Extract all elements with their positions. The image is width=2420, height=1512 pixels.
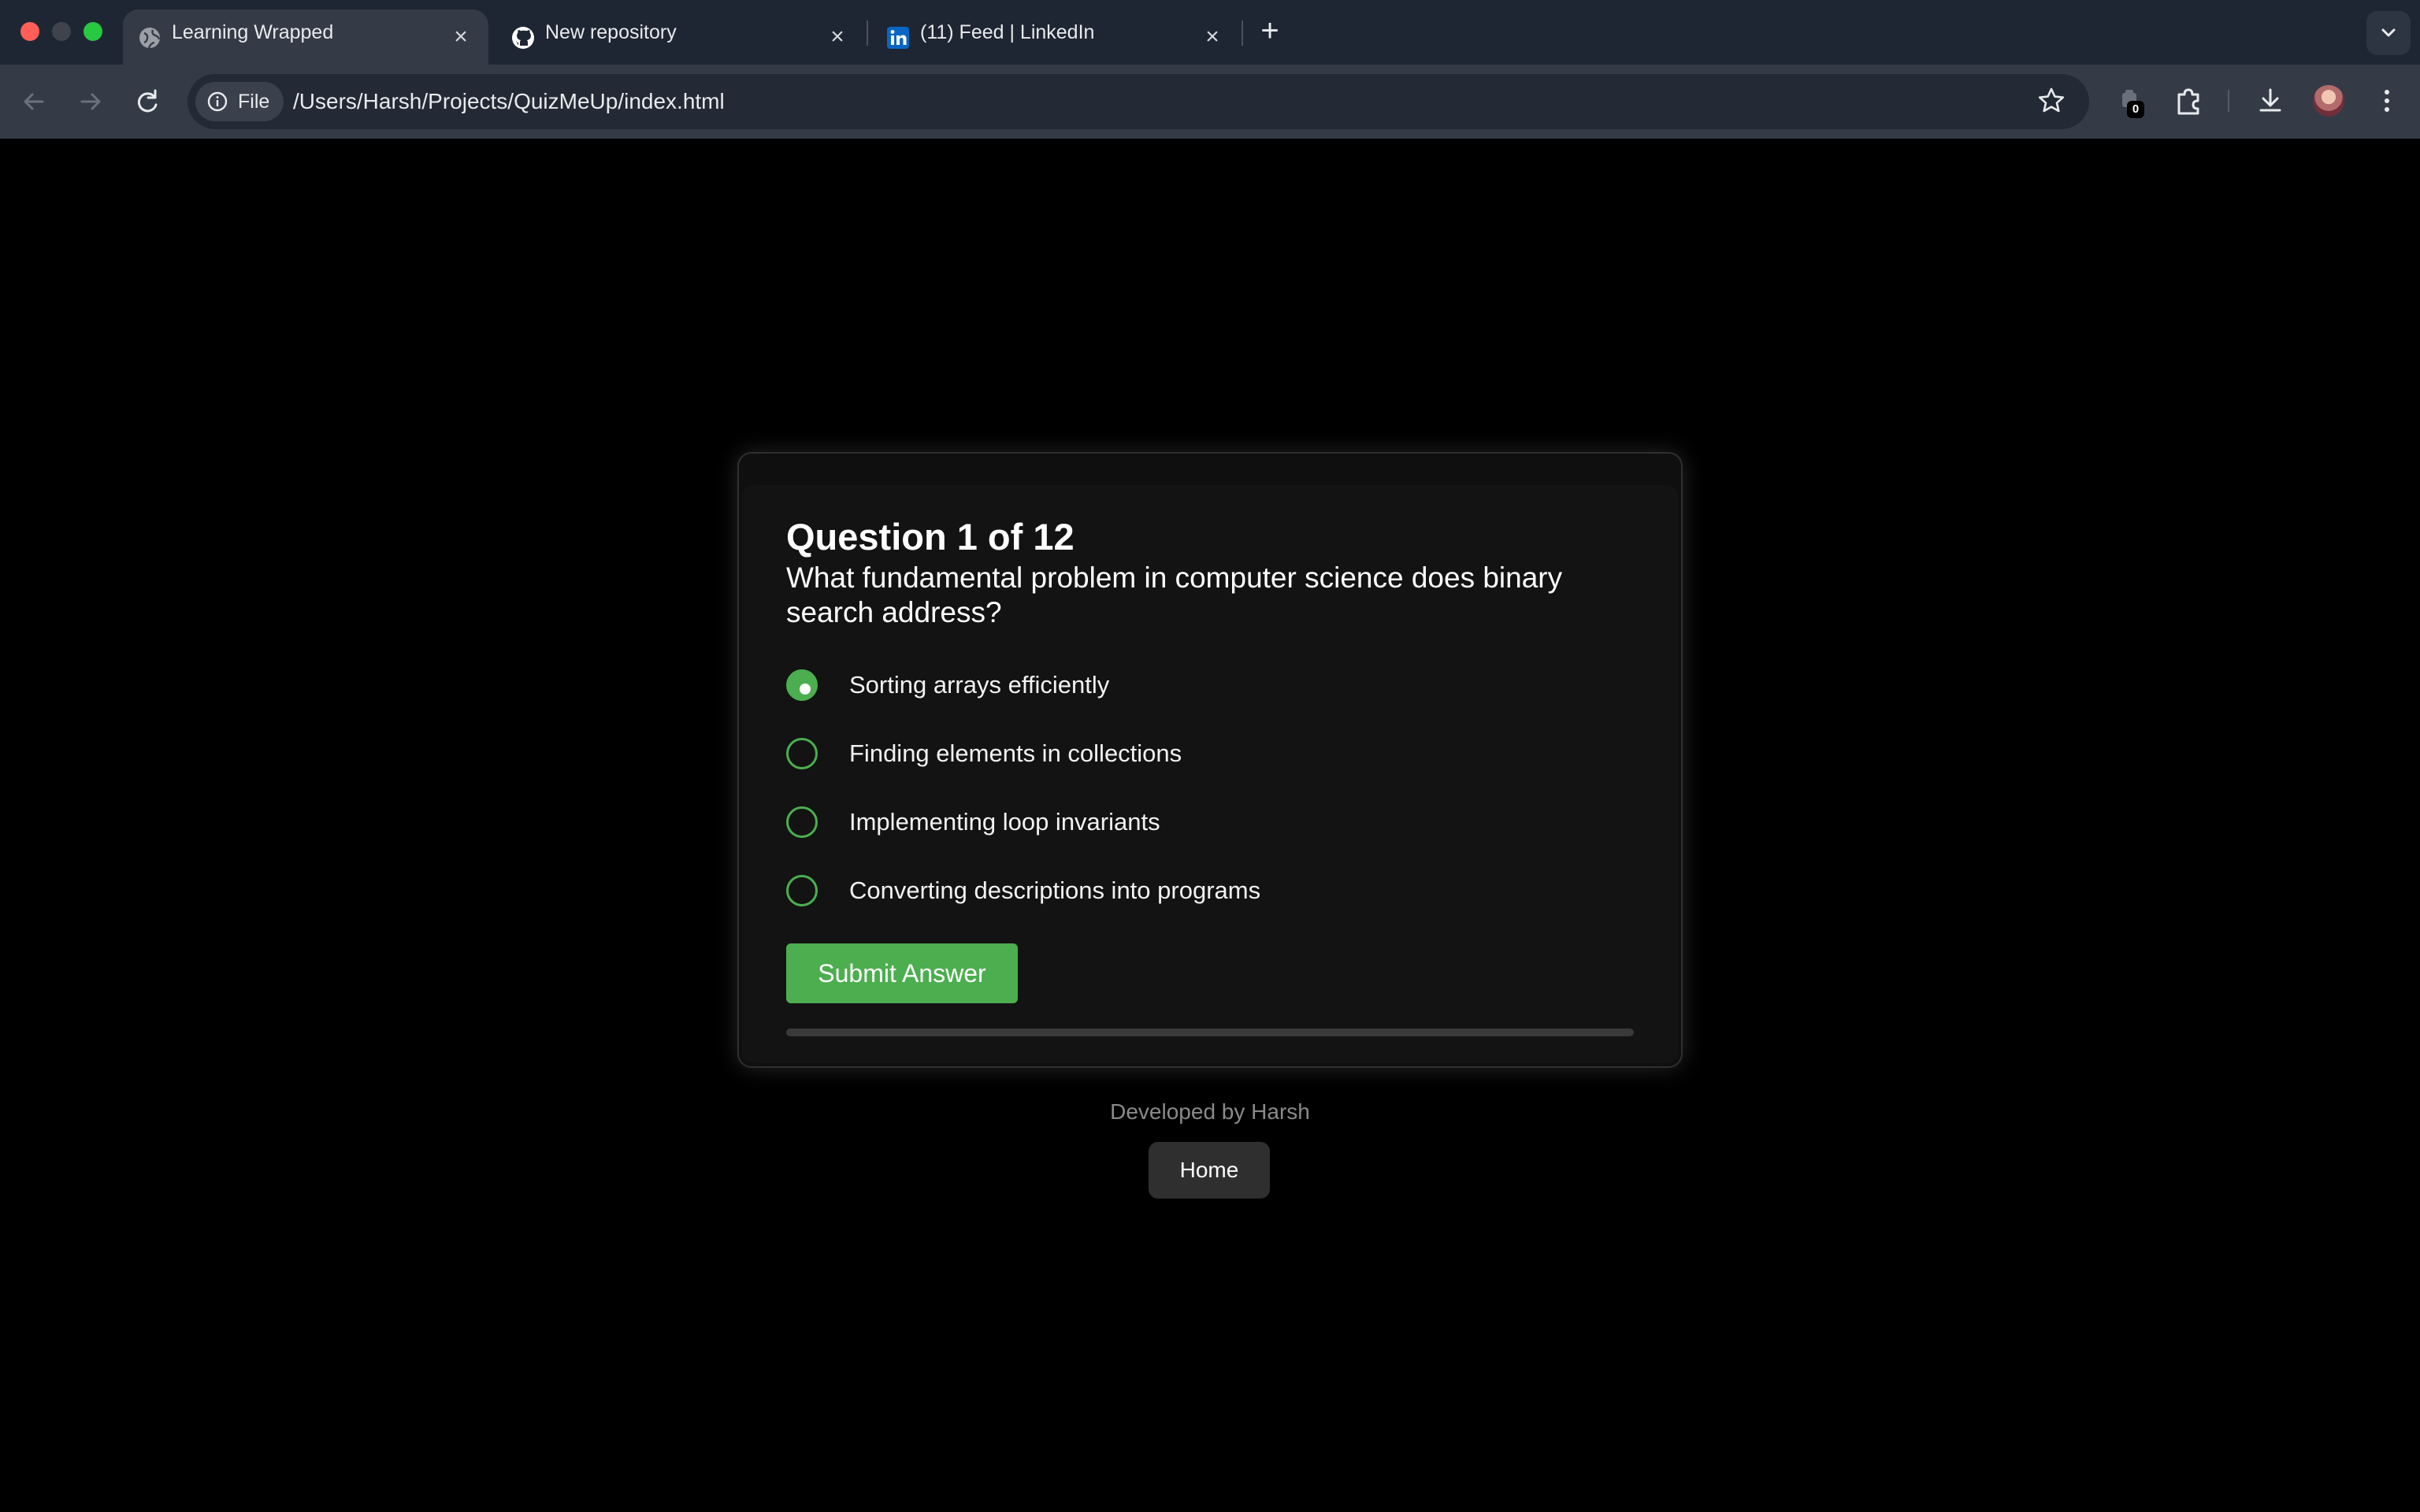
home-button[interactable]: Home: [1149, 1142, 1270, 1199]
answer-option[interactable]: Converting descriptions into programs: [786, 867, 1574, 914]
tab-title: Learning Wrapped: [172, 21, 334, 43]
radio-button[interactable]: [786, 806, 818, 838]
tab-new-repository[interactable]: New repository ×: [496, 9, 862, 65]
linkedin-icon: [887, 27, 909, 49]
question-counter: Question 1 of 12: [786, 516, 1075, 558]
window-close-button[interactable]: [20, 22, 39, 41]
github-icon: [512, 27, 534, 49]
globe-icon: [139, 28, 161, 49]
back-arrow-icon[interactable]: [16, 83, 52, 120]
scheme-label: File: [238, 91, 270, 113]
tab-divider: [867, 20, 868, 46]
developer-credit: Developed by Harsh: [1110, 1099, 1310, 1124]
tab-close-icon[interactable]: ×: [1199, 24, 1226, 50]
profile-avatar[interactable]: [2313, 85, 2344, 117]
forward-arrow-icon[interactable]: [72, 83, 109, 120]
extensions-puzzle-icon[interactable]: [2169, 82, 2207, 120]
quiz-card: Question 1 of 12 What fundamental proble…: [737, 452, 1683, 1068]
answer-option-label[interactable]: Implementing loop invariants: [849, 799, 1160, 846]
question-text: What fundamental problem in computer sci…: [786, 561, 1563, 628]
tab-close-icon[interactable]: ×: [824, 24, 851, 50]
tab-learning-wrapped[interactable]: Learning Wrapped ×: [123, 9, 488, 65]
kebab-menu-icon[interactable]: [2368, 82, 2406, 120]
radio-button[interactable]: [786, 875, 818, 906]
tab-title: New repository: [545, 21, 677, 43]
answer-option-label[interactable]: Sorting arrays efficiently: [849, 662, 1109, 709]
extension-badge: 0: [2127, 101, 2144, 118]
tab-search-button[interactable]: [2366, 11, 2411, 55]
quiz-progress-bar: [786, 1028, 1634, 1036]
answer-option[interactable]: Sorting arrays efficiently: [786, 662, 1574, 709]
tab-title: (11) Feed | LinkedIn: [920, 21, 1095, 43]
answer-option-label[interactable]: Finding elements in collections: [849, 730, 1182, 777]
answer-option[interactable]: Implementing loop invariants: [786, 799, 1574, 846]
tab-linkedin-feed[interactable]: (11) Feed | LinkedIn ×: [871, 9, 1237, 65]
bookmark-star-icon[interactable]: [2036, 85, 2067, 117]
download-icon[interactable]: [2251, 82, 2289, 120]
info-icon: [207, 91, 228, 112]
browser-toolbar: File /Users/Harsh/Projects/QuizMeUp/inde…: [0, 65, 2420, 139]
tab-close-icon[interactable]: ×: [447, 24, 474, 50]
chevron-down-icon: [2381, 28, 2396, 37]
url-text[interactable]: /Users/Harsh/Projects/QuizMeUp/index.htm…: [293, 74, 725, 129]
reload-icon[interactable]: [129, 83, 165, 120]
site-info-chip[interactable]: File: [195, 82, 284, 121]
answer-option-label[interactable]: Converting descriptions into programs: [849, 867, 1260, 914]
address-bar[interactable]: File /Users/Harsh/Projects/QuizMeUp/inde…: [187, 74, 2089, 129]
window-zoom-button[interactable]: [84, 22, 102, 41]
window-minimize-button[interactable]: [52, 22, 71, 41]
radio-button[interactable]: [786, 738, 818, 769]
radio-button[interactable]: [786, 669, 818, 701]
answer-option[interactable]: Finding elements in collections: [786, 730, 1574, 777]
toolbar-divider: [2228, 90, 2229, 112]
submit-answer-button[interactable]: Submit Answer: [786, 943, 1018, 1003]
new-tab-plus-icon[interactable]: +: [1254, 15, 1286, 47]
tab-strip: Learning Wrapped × New repository × (11)…: [0, 0, 2420, 65]
tab-divider: [1242, 20, 1243, 46]
